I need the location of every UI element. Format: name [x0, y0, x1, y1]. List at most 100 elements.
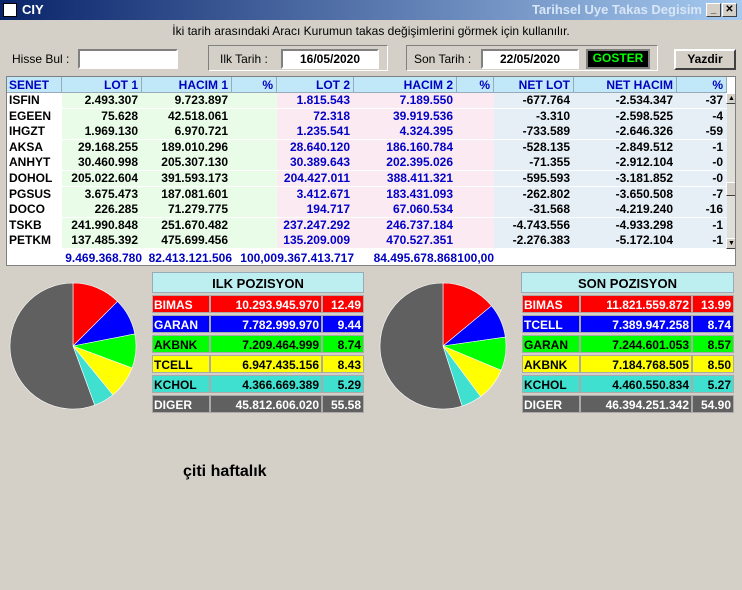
table-cell [232, 108, 277, 124]
table-cell: -59 [677, 124, 727, 140]
column-header[interactable]: LOT 1 [62, 77, 142, 93]
position-pct: 5.29 [322, 375, 364, 393]
position-pct: 8.74 [322, 335, 364, 353]
scroll-down-button[interactable]: ▼ [726, 238, 735, 249]
table-cell: 241.990.848 [62, 217, 142, 233]
table-cell: -4.219.240 [574, 202, 677, 218]
position-value: 7.244.601.053 [580, 335, 692, 353]
column-header[interactable]: HACIM 1 [142, 77, 232, 93]
column-header[interactable]: NET LOT [494, 77, 574, 93]
position-name: KCHOL [152, 375, 210, 393]
table-cell: AKSA [9, 139, 44, 154]
table-cell: 187.081.601 [142, 186, 232, 202]
position-value: 11.821.559.872 [580, 295, 692, 313]
table-cell: PGSUS [9, 186, 52, 201]
table-cell: 6.970.721 [142, 124, 232, 140]
yazdir-button[interactable]: Yazdir [674, 49, 736, 70]
table-cell: 42.518.061 [142, 108, 232, 124]
total-hacim1: 82.413.121.506 [148, 251, 232, 265]
table-cell: -5.172.104 [574, 233, 677, 249]
son-tarih-input[interactable]: 22/05/2020 [481, 49, 579, 69]
column-header[interactable]: SENET [7, 77, 62, 93]
position-row: DIGER 45.812.606.020 55.58 [152, 395, 364, 413]
hisse-search-input[interactable] [78, 49, 178, 69]
ilk-tarih-label: Ilk Tarih : [220, 52, 268, 66]
table-cell: -4.743.556 [494, 217, 574, 233]
position-name: AKBNK [152, 335, 210, 353]
table-cell: -2.849.512 [574, 139, 677, 155]
table-cell: 1.969.130 [62, 124, 142, 140]
position-pct: 8.74 [692, 315, 734, 333]
ilk-pozisyon-title: ILK POZISYON [152, 272, 364, 293]
table-cell: 29.168.255 [62, 139, 142, 155]
position-row: BIMAS 10.293.945.970 12.49 [152, 295, 364, 313]
table-cell: TSKB [9, 217, 42, 232]
close-icon: ✕ [725, 4, 734, 15]
table-cell: 135.209.009 [277, 233, 354, 249]
table-cell [457, 139, 494, 155]
arrow-up-icon: ▲ [728, 95, 735, 102]
table-cell: 7.189.550 [354, 93, 457, 108]
table-cell: 1.815.543 [277, 93, 354, 108]
column-header[interactable]: % [232, 77, 277, 93]
table-cell [457, 233, 494, 249]
close-button[interactable]: ✕ [722, 3, 737, 17]
position-pct: 55.58 [322, 395, 364, 413]
position-row: AKBNK 7.209.464.999 8.74 [152, 335, 364, 353]
son-pozisyon-title: SON POZISYON [521, 272, 734, 293]
table-cell: 246.737.184 [354, 217, 457, 233]
position-row: TCELL 6.947.435.156 8.43 [152, 355, 364, 373]
table-cell: -2.534.347 [574, 93, 677, 108]
table-cell: -4 [677, 108, 727, 124]
position-value: 4.366.669.389 [210, 375, 322, 393]
minimize-button[interactable]: _ [706, 3, 721, 17]
table-cell [232, 186, 277, 202]
window-title: CIY [22, 2, 44, 17]
table-cell: ISFIN [9, 93, 40, 107]
table-cell: -71.355 [494, 155, 574, 171]
column-header[interactable]: LOT 2 [277, 77, 354, 93]
column-header[interactable]: % [457, 77, 494, 93]
scroll-up-button[interactable]: ▲ [726, 93, 735, 104]
position-name: BIMAS [522, 295, 580, 313]
table-cell [232, 202, 277, 218]
table-cell: ANHYT [9, 155, 51, 170]
table-cell [457, 155, 494, 171]
position-name: KCHOL [522, 375, 580, 393]
position-value: 7.209.464.999 [210, 335, 322, 353]
position-name: DIGER [522, 395, 580, 413]
table-cell: 391.593.173 [142, 171, 232, 186]
position-pct: 8.57 [692, 335, 734, 353]
position-row: GARAN 7.244.601.053 8.57 [522, 335, 734, 353]
position-name: DIGER [152, 395, 210, 413]
column-header[interactable]: NET HACIM [574, 77, 677, 93]
table-scrollbar[interactable]: ▲ ▼ [726, 93, 735, 249]
minimize-icon: _ [710, 4, 717, 15]
caption-text: çiti haftalık [183, 463, 267, 480]
position-pct: 13.99 [692, 295, 734, 313]
table-cell [232, 233, 277, 249]
scroll-thumb[interactable] [726, 182, 735, 196]
table-cell [232, 171, 277, 186]
position-pct: 8.43 [322, 355, 364, 373]
table-cell: -2.646.326 [574, 124, 677, 140]
table-cell: -0 [677, 155, 727, 171]
table-cell: 30.460.998 [62, 155, 142, 171]
column-header[interactable]: % [677, 77, 727, 93]
total-lot1: 9.469.368.780 [65, 251, 142, 265]
table-cell [457, 124, 494, 140]
table-cell: -733.589 [494, 124, 574, 140]
table-cell: -2.276.383 [494, 233, 574, 249]
table-cell: 186.160.784 [354, 139, 457, 155]
takas-table: SENET LOT 1 HACIM 1% LOT 2 HACIM 2% NET LOT NE… [6, 76, 736, 266]
goster-button[interactable]: GOSTER [586, 49, 650, 69]
table-cell: -1 [677, 139, 727, 155]
table-cell: -16 [677, 202, 727, 218]
position-value: 7.184.768.505 [580, 355, 692, 373]
ilk-tarih-input[interactable]: 16/05/2020 [281, 49, 379, 69]
position-pct: 5.27 [692, 375, 734, 393]
position-row: BIMAS 11.821.559.872 13.99 [522, 295, 734, 313]
window-subtitle: Tarihsel Uye Takas Degisim [531, 2, 702, 17]
column-header[interactable]: HACIM 2 [354, 77, 457, 93]
table-cell: -31.568 [494, 202, 574, 218]
